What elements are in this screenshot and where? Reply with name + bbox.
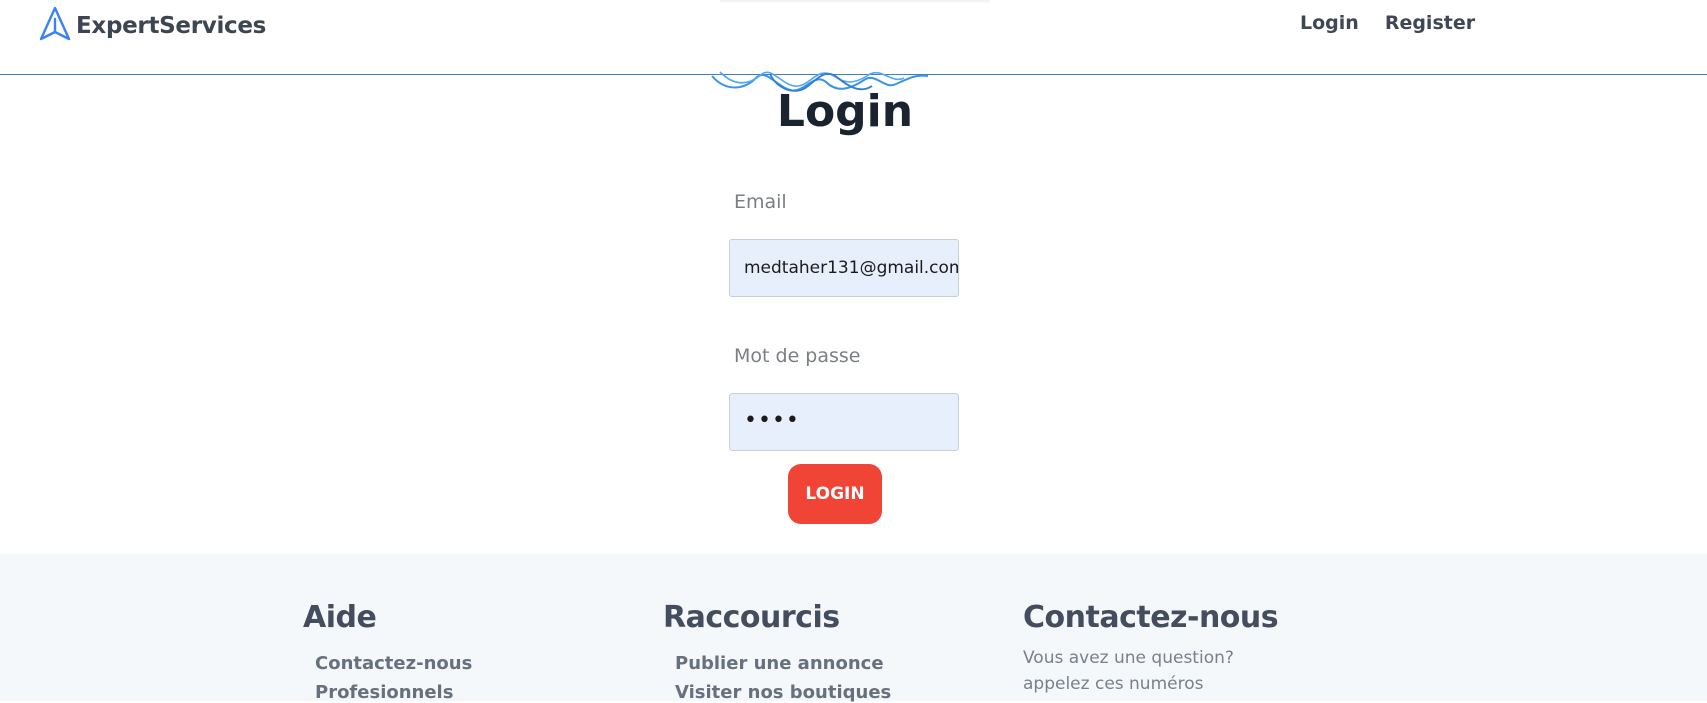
footer-heading-contact: Contactez-nous xyxy=(1023,600,1279,635)
email-field[interactable]: medtaher131@gmail.com xyxy=(729,239,959,297)
footer-col-aide: Aide Contactez-nous Profesionnels xyxy=(303,600,472,703)
footer-contact-question: Vous avez une question? xyxy=(1023,648,1234,668)
paper-plane-icon xyxy=(38,6,72,47)
decorative-shadow xyxy=(720,0,990,4)
footer: Aide Contactez-nous Profesionnels Raccou… xyxy=(0,554,1707,703)
footer-link-shops[interactable]: Visiter nos boutiques xyxy=(675,682,891,703)
brand-name: ExpertServices xyxy=(76,13,267,39)
email-label: Email xyxy=(734,191,787,213)
footer-col-contact: Contactez-nous Vous avez une question? a… xyxy=(1023,600,1279,697)
footer-heading-aide: Aide xyxy=(303,600,377,635)
nav-login-link[interactable]: Login xyxy=(1300,12,1359,34)
page-title: Login xyxy=(776,86,914,137)
footer-contact-phone-intro: appelez ces numéros xyxy=(1023,674,1204,694)
footer-link-contact[interactable]: Contactez-nous xyxy=(315,653,472,674)
nav-links: Login Register xyxy=(1300,12,1475,34)
footer-col-raccourcis: Raccourcis Publier une annonce Visiter n… xyxy=(663,600,891,703)
password-field[interactable]: •••• xyxy=(729,393,959,451)
password-label: Mot de passe xyxy=(734,345,861,367)
brand-logo-link[interactable]: ExpertServices xyxy=(38,6,266,46)
footer-link-professionals[interactable]: Profesionnels xyxy=(315,682,472,703)
nav-register-link[interactable]: Register xyxy=(1385,12,1475,34)
footer-heading-raccourcis: Raccourcis xyxy=(663,600,840,635)
footer-link-publish-ad[interactable]: Publier une annonce xyxy=(675,653,891,674)
login-button[interactable]: LOGIN xyxy=(788,464,882,524)
